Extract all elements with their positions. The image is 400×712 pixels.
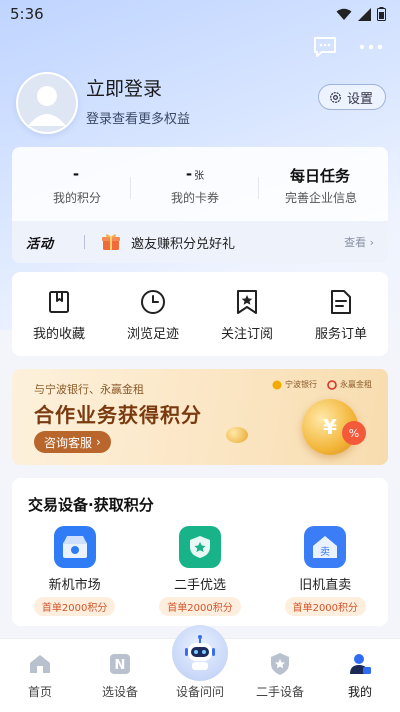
partner-logos: 宁波银行 永赢金租 (272, 379, 372, 390)
status-bar: 5:36 (0, 0, 400, 28)
yongying-logo: 永赢金租 (327, 379, 372, 390)
stat-value: 每日任务 (289, 167, 350, 185)
robot-icon (172, 625, 228, 681)
divider (258, 177, 259, 199)
quick-links: 我的收藏 浏览足迹 关注订阅 服务订单 (12, 272, 388, 356)
activity-more-link[interactable]: 查看 › (344, 234, 374, 250)
divider (84, 235, 86, 249)
tab-label: 二手设备 (255, 685, 304, 699)
tab-label: 我的 (347, 685, 372, 699)
trade-item-new-market[interactable]: 新机市场 首单2000积分 (20, 526, 130, 616)
new-tag-icon: N (110, 654, 130, 674)
login-title[interactable]: 立即登录 (86, 74, 162, 101)
star-badge-icon (271, 653, 289, 675)
quick-link-history[interactable]: 浏览足迹 (113, 287, 193, 342)
used-select-icon (178, 526, 221, 568)
bottom-tabbar: 首页 N 选设备 设备问问 二手设备 我的 (0, 625, 400, 712)
chevron-right-icon: › (96, 435, 101, 449)
star-bookmark-icon (237, 289, 257, 314)
tab-select-equipment[interactable]: N 选设备 (85, 639, 155, 700)
bookmark-icon (49, 290, 69, 313)
consult-service-button[interactable]: 咨询客服 › (34, 431, 111, 453)
tab-mine[interactable]: 我的 (325, 639, 395, 700)
stat-value: - (72, 165, 80, 183)
quick-link-label: 浏览足迹 (126, 326, 179, 342)
trade-item-badge: 首单2000积分 (284, 597, 367, 616)
ningbo-bank-logo: 宁波银行 (272, 379, 317, 390)
svg-text:N: N (115, 658, 126, 673)
gear-icon (330, 91, 341, 103)
coin-decoration (226, 427, 248, 443)
stats-card: - 我的积分 -张 我的卡券 每日任务 完善企业信息 活动 邀友赚积分兑好礼 查… (12, 147, 388, 263)
tab-used-equipment[interactable]: 二手设备 (245, 639, 315, 700)
user-icon (350, 654, 371, 674)
quick-link-orders[interactable]: 服务订单 (301, 287, 381, 342)
status-icons (336, 7, 386, 21)
trade-item-badge: 首单2000积分 (159, 597, 241, 616)
quick-link-favorites[interactable]: 我的收藏 (19, 287, 99, 342)
percent-badge-icon: % (342, 421, 366, 445)
tab-home[interactable]: 首页 (5, 639, 75, 700)
trade-item-name: 旧机直卖 (299, 578, 352, 593)
settings-label: 设置 (346, 91, 373, 107)
banner-title: 合作业务获得积分 (34, 403, 202, 427)
chevron-right-icon: › (369, 236, 374, 249)
status-time: 5:36 (10, 5, 44, 23)
trade-item-name: 新机市场 (48, 578, 101, 593)
trade-item-used-selection[interactable]: 二手优选 首单2000积分 (145, 526, 255, 616)
activity-row[interactable]: 活动 邀友赚积分兑好礼 查看 › (12, 221, 388, 263)
home-icon (30, 655, 50, 673)
banner-top-text: 与宁波银行、永赢金租 (34, 383, 144, 396)
tab-label: 首页 (27, 685, 52, 699)
top-actions (312, 36, 384, 58)
stat-points[interactable]: - 我的积分 (22, 165, 132, 206)
stat-label: 我的积分 (52, 191, 101, 205)
tab-equipment-ask[interactable]: 设备问问 (165, 625, 235, 700)
stat-coupons[interactable]: -张 我的卡券 (140, 165, 250, 206)
profile-section: 立即登录 登录查看更多权益 设置 (16, 72, 386, 134)
tab-label: 选设备 (101, 685, 138, 699)
trade-item-badge: 首单2000积分 (33, 597, 116, 616)
battery-icon (377, 7, 386, 21)
gift-icon (102, 234, 121, 250)
quick-link-label: 我的收藏 (32, 326, 85, 342)
divider (130, 177, 131, 199)
direct-sale-icon: 卖 (304, 526, 347, 568)
avatar[interactable] (16, 72, 78, 134)
signal-icon (358, 7, 371, 21)
stat-daily-task[interactable]: 每日任务 完善企业信息 (266, 165, 376, 206)
login-subtitle[interactable]: 登录查看更多权益 (86, 108, 190, 127)
promo-banner[interactable]: 与宁波银行、永赢金租 合作业务获得积分 咨询客服 › 宁波银行 永赢金租 ¥ % (12, 369, 388, 465)
clock-icon (141, 289, 165, 314)
activity-text: 邀友赚积分兑好礼 (131, 236, 236, 252)
quick-link-label: 关注订阅 (220, 326, 273, 342)
trade-item-direct-sale[interactable]: 卖 旧机直卖 首单2000积分 (270, 526, 380, 616)
default-avatar-icon (18, 74, 76, 132)
quick-link-subscriptions[interactable]: 关注订阅 (207, 287, 287, 342)
new-machine-icon (53, 526, 96, 568)
more-icon[interactable] (358, 36, 384, 58)
svg-text:卖: 卖 (320, 546, 330, 558)
stat-label: 我的卡券 (170, 191, 219, 205)
document-icon (331, 289, 351, 314)
tab-label: 设备问问 (175, 685, 224, 699)
wifi-icon (336, 8, 352, 20)
stat-label: 完善企业信息 (284, 191, 357, 205)
trade-item-name: 二手优选 (173, 578, 226, 593)
quick-link-label: 服务订单 (314, 326, 367, 342)
settings-button[interactable]: 设置 (317, 84, 386, 110)
activity-tag: 活动 (26, 236, 55, 252)
stat-value: -张 (185, 165, 205, 183)
trade-section: 交易设备·获取积分 新机市场 首单2000积分 二手优选 首单2000积分 卖 … (12, 478, 388, 626)
trade-title: 交易设备·获取积分 (28, 496, 154, 514)
message-icon[interactable] (312, 36, 338, 58)
